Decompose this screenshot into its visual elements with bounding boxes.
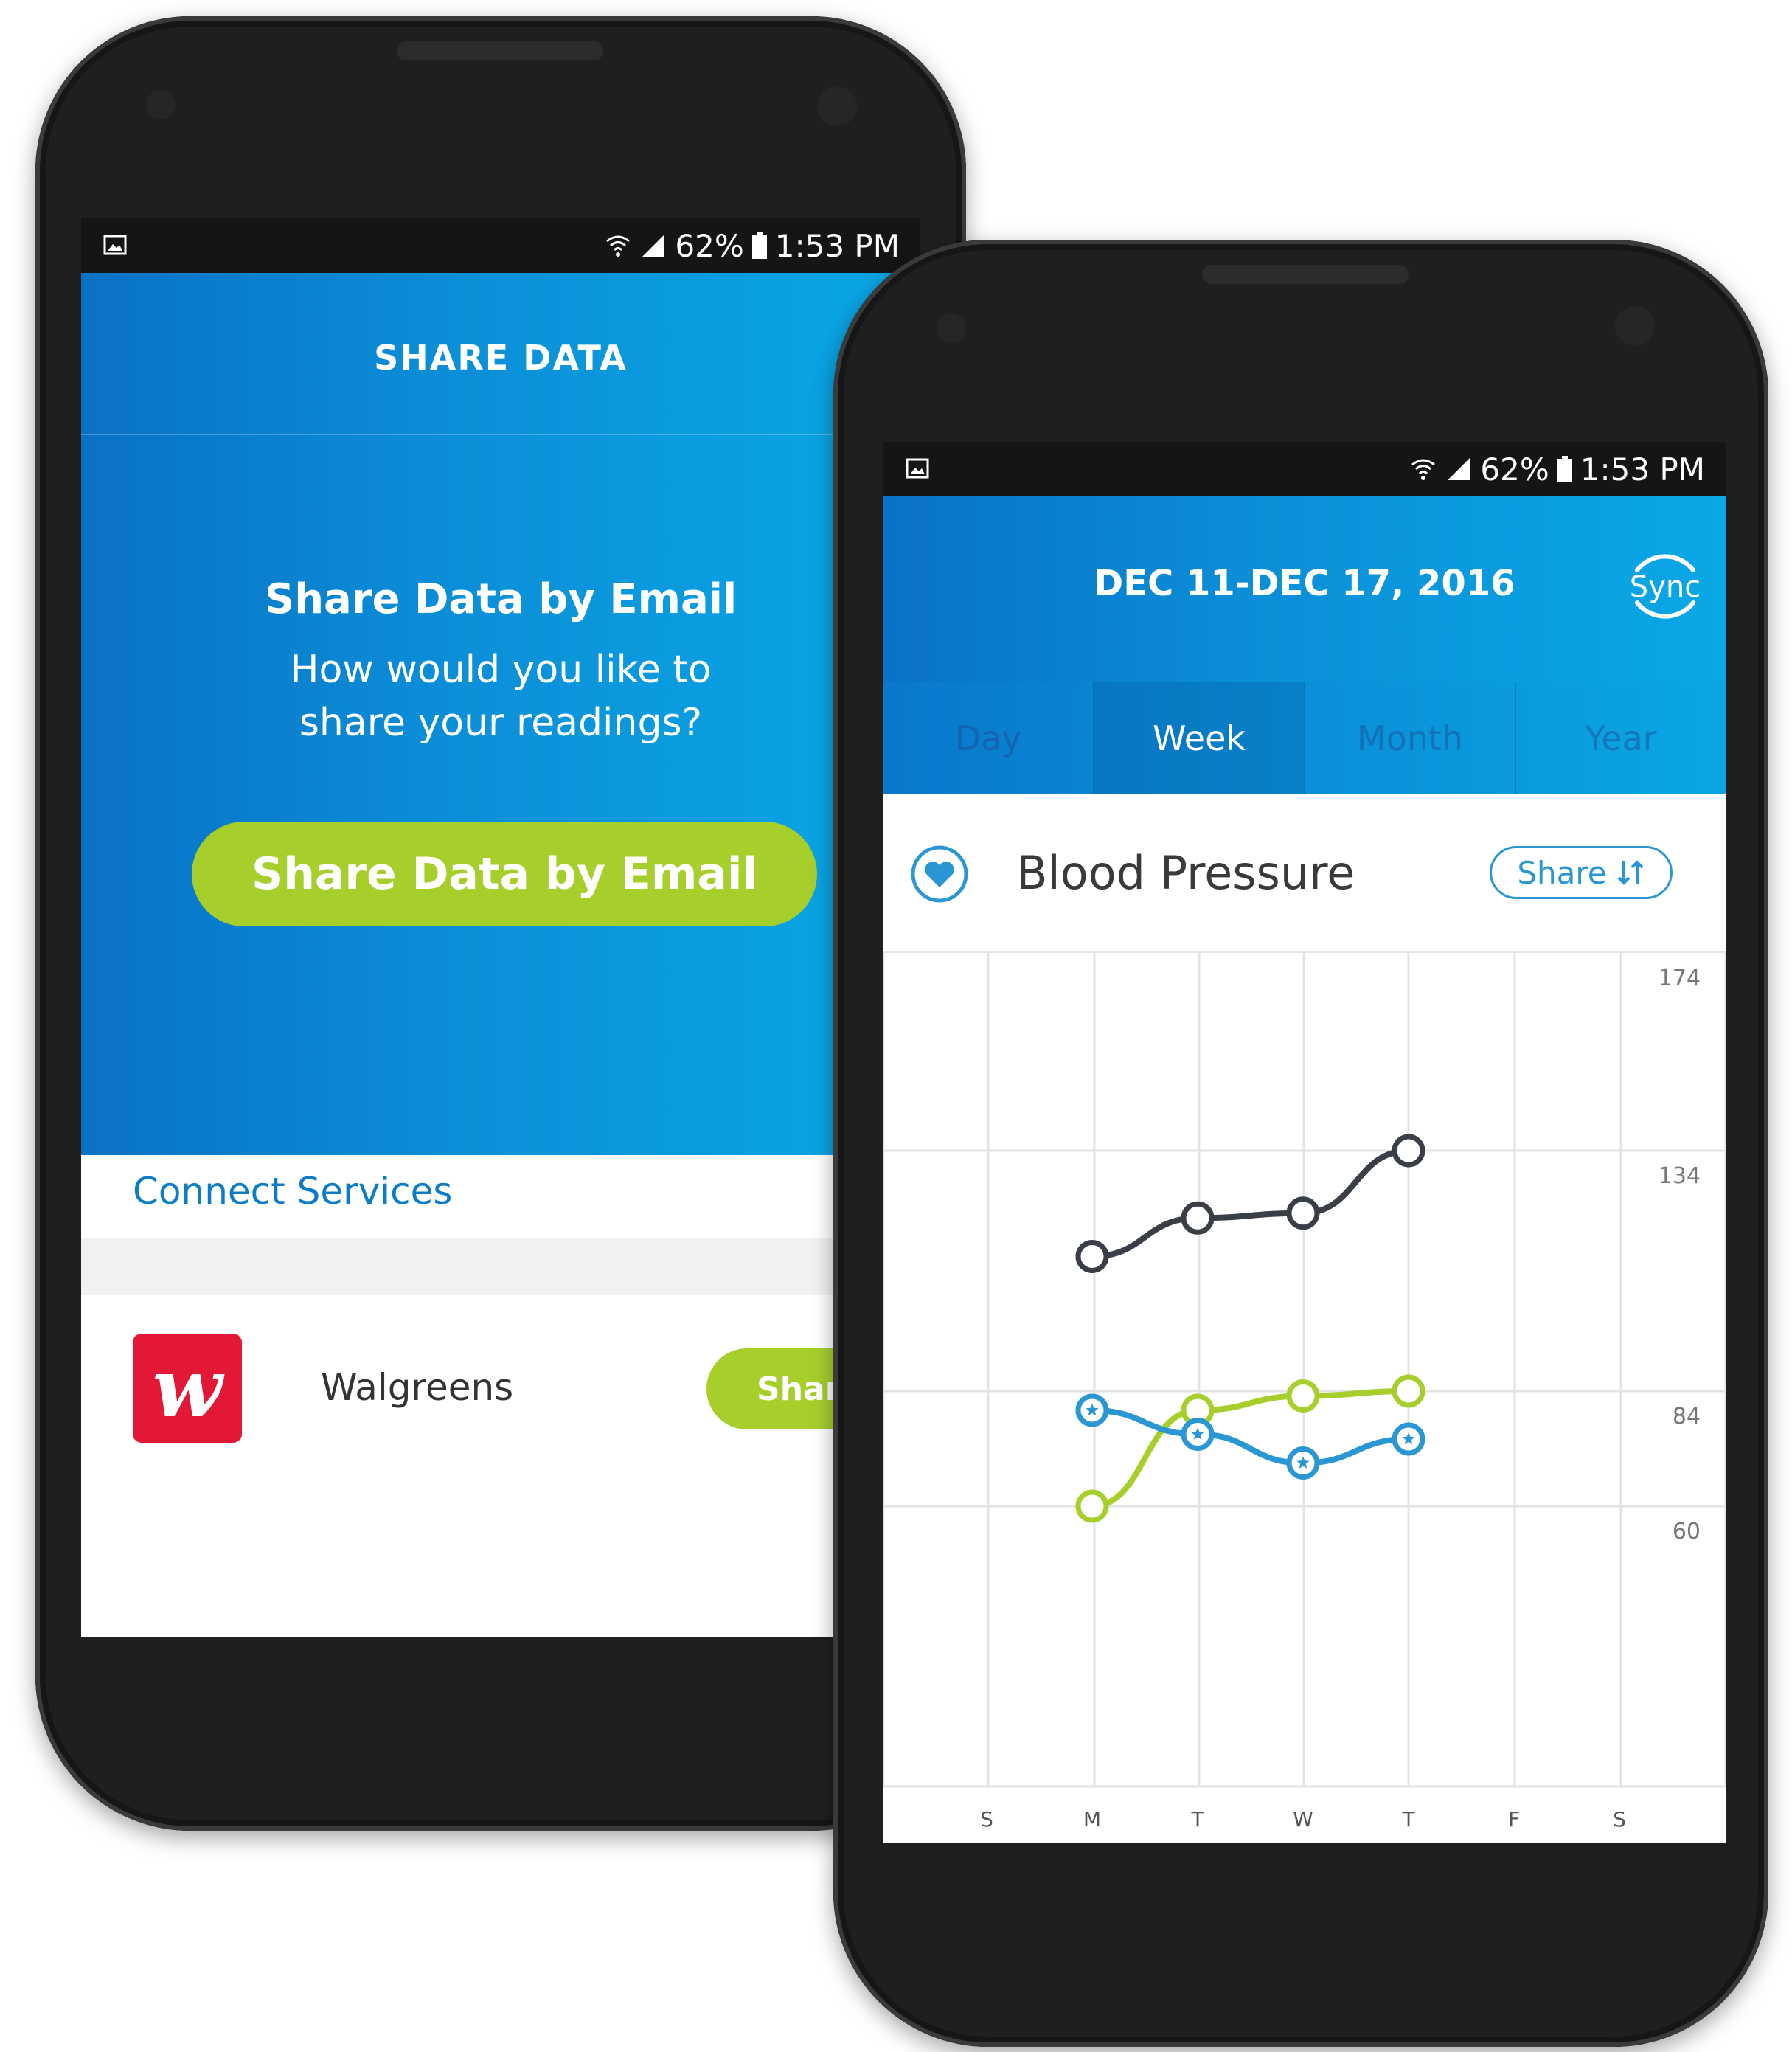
- x-tick-label: T: [1190, 1807, 1204, 1831]
- battery-percent: 62%: [675, 227, 744, 264]
- x-tick-label: T: [1401, 1807, 1415, 1831]
- data-point: [1286, 1379, 1320, 1413]
- signal-icon: [1448, 458, 1470, 480]
- data-point: [1392, 1374, 1425, 1408]
- clock: 1:53 PM: [1580, 451, 1705, 488]
- phone-speaker: [397, 41, 603, 60]
- header-divider: [81, 434, 920, 435]
- wifi-icon: [606, 235, 631, 257]
- section-separator: [81, 1238, 920, 1295]
- data-point: [1392, 1134, 1425, 1168]
- share-button[interactable]: Share: [1490, 846, 1673, 899]
- data-point: [1075, 1489, 1109, 1523]
- status-bar: 62% 1:53 PM: [883, 442, 1726, 496]
- y-tick-label: 84: [1673, 1404, 1701, 1429]
- bp-chart: 174 134 84 60 S M T W T F S: [883, 953, 1726, 1843]
- walgreens-logo-letter: w: [152, 1340, 223, 1435]
- series-line: [1089, 1148, 1411, 1260]
- data-point: [1181, 1201, 1215, 1235]
- tab-day[interactable]: Day: [883, 682, 1093, 794]
- right-phone: 62% 1:53 PM DEC 11-DEC 17, 2016 Sync Day…: [833, 240, 1768, 2047]
- phone-speaker: [1202, 265, 1409, 284]
- x-tick-label: F: [1508, 1807, 1520, 1831]
- battery-icon: [751, 232, 767, 259]
- metric-header: Blood Pressure Share: [883, 794, 1726, 953]
- date-header: DEC 11-DEC 17, 2016 Sync: [883, 496, 1726, 682]
- x-tick-label: M: [1083, 1807, 1101, 1831]
- sort-arrows-icon: [1617, 860, 1644, 885]
- y-tick-label: 134: [1659, 1163, 1701, 1189]
- tab-divider: [1093, 682, 1094, 794]
- phone-camera: [1615, 306, 1655, 346]
- tab-divider: [1304, 682, 1305, 794]
- sync-label: Sync: [1629, 570, 1701, 604]
- left-screen: 62% 1:53 PM SHARE DATA Share Data by Ema…: [81, 218, 920, 1637]
- gallery-notification-icon: [906, 458, 929, 479]
- connect-services-label: Connect Services: [133, 1170, 453, 1213]
- tab-week[interactable]: Week: [1094, 682, 1304, 794]
- date-range-title: DEC 11-DEC 17, 2016: [1094, 563, 1515, 604]
- data-point: [1286, 1196, 1320, 1230]
- phone-sensor: [937, 313, 966, 343]
- tab-divider: [1515, 682, 1516, 794]
- heart-icon: [911, 845, 968, 903]
- phone-camera: [817, 86, 857, 126]
- share-label: Share: [1517, 854, 1607, 891]
- share-email-heading: Share Data by Email: [264, 575, 737, 623]
- wifi-icon: [1411, 459, 1436, 480]
- metric-title: Blood Pressure: [1016, 846, 1355, 900]
- clock: 1:53 PM: [774, 227, 900, 264]
- sync-button[interactable]: Sync: [1621, 542, 1709, 631]
- left-phone: 62% 1:53 PM SHARE DATA Share Data by Ema…: [35, 16, 966, 1831]
- period-tabs: Day Week Month Year: [883, 682, 1726, 794]
- page-title: SHARE DATA: [374, 338, 628, 378]
- y-tick-label: 60: [1673, 1519, 1701, 1545]
- tab-month[interactable]: Month: [1305, 682, 1515, 794]
- right-screen: 62% 1:53 PM DEC 11-DEC 17, 2016 Sync Day…: [883, 442, 1726, 1843]
- y-tick-label: 174: [1659, 966, 1701, 991]
- data-point: [1075, 1239, 1109, 1273]
- gallery-notification-icon: [103, 235, 127, 255]
- x-tick-label: W: [1293, 1807, 1313, 1831]
- walgreens-logo: w: [133, 1334, 242, 1443]
- service-name: Walgreens: [321, 1366, 514, 1409]
- signal-icon: [642, 235, 665, 257]
- status-bar: 62% 1:53 PM: [81, 218, 920, 273]
- service-row-walgreens[interactable]: w Walgreens Share: [81, 1295, 920, 1509]
- battery-percent: 62%: [1480, 451, 1549, 488]
- share-by-email-button[interactable]: Share Data by Email: [192, 822, 817, 926]
- phone-sensor: [146, 90, 176, 119]
- x-tick-label: S: [980, 1807, 993, 1831]
- share-prompt-line2: share your readings?: [299, 701, 703, 745]
- battery-icon: [1557, 456, 1572, 482]
- series-line: [1089, 1407, 1411, 1466]
- bp-chart-plot: 174 134 84 60 S M T W T F S: [883, 953, 1726, 1831]
- tab-year[interactable]: Year: [1516, 682, 1726, 794]
- share-header: SHARE DATA Share Data by Email How would…: [81, 273, 920, 1155]
- x-tick-label: S: [1613, 1807, 1626, 1831]
- share-prompt-line1: How would you like to: [290, 648, 712, 692]
